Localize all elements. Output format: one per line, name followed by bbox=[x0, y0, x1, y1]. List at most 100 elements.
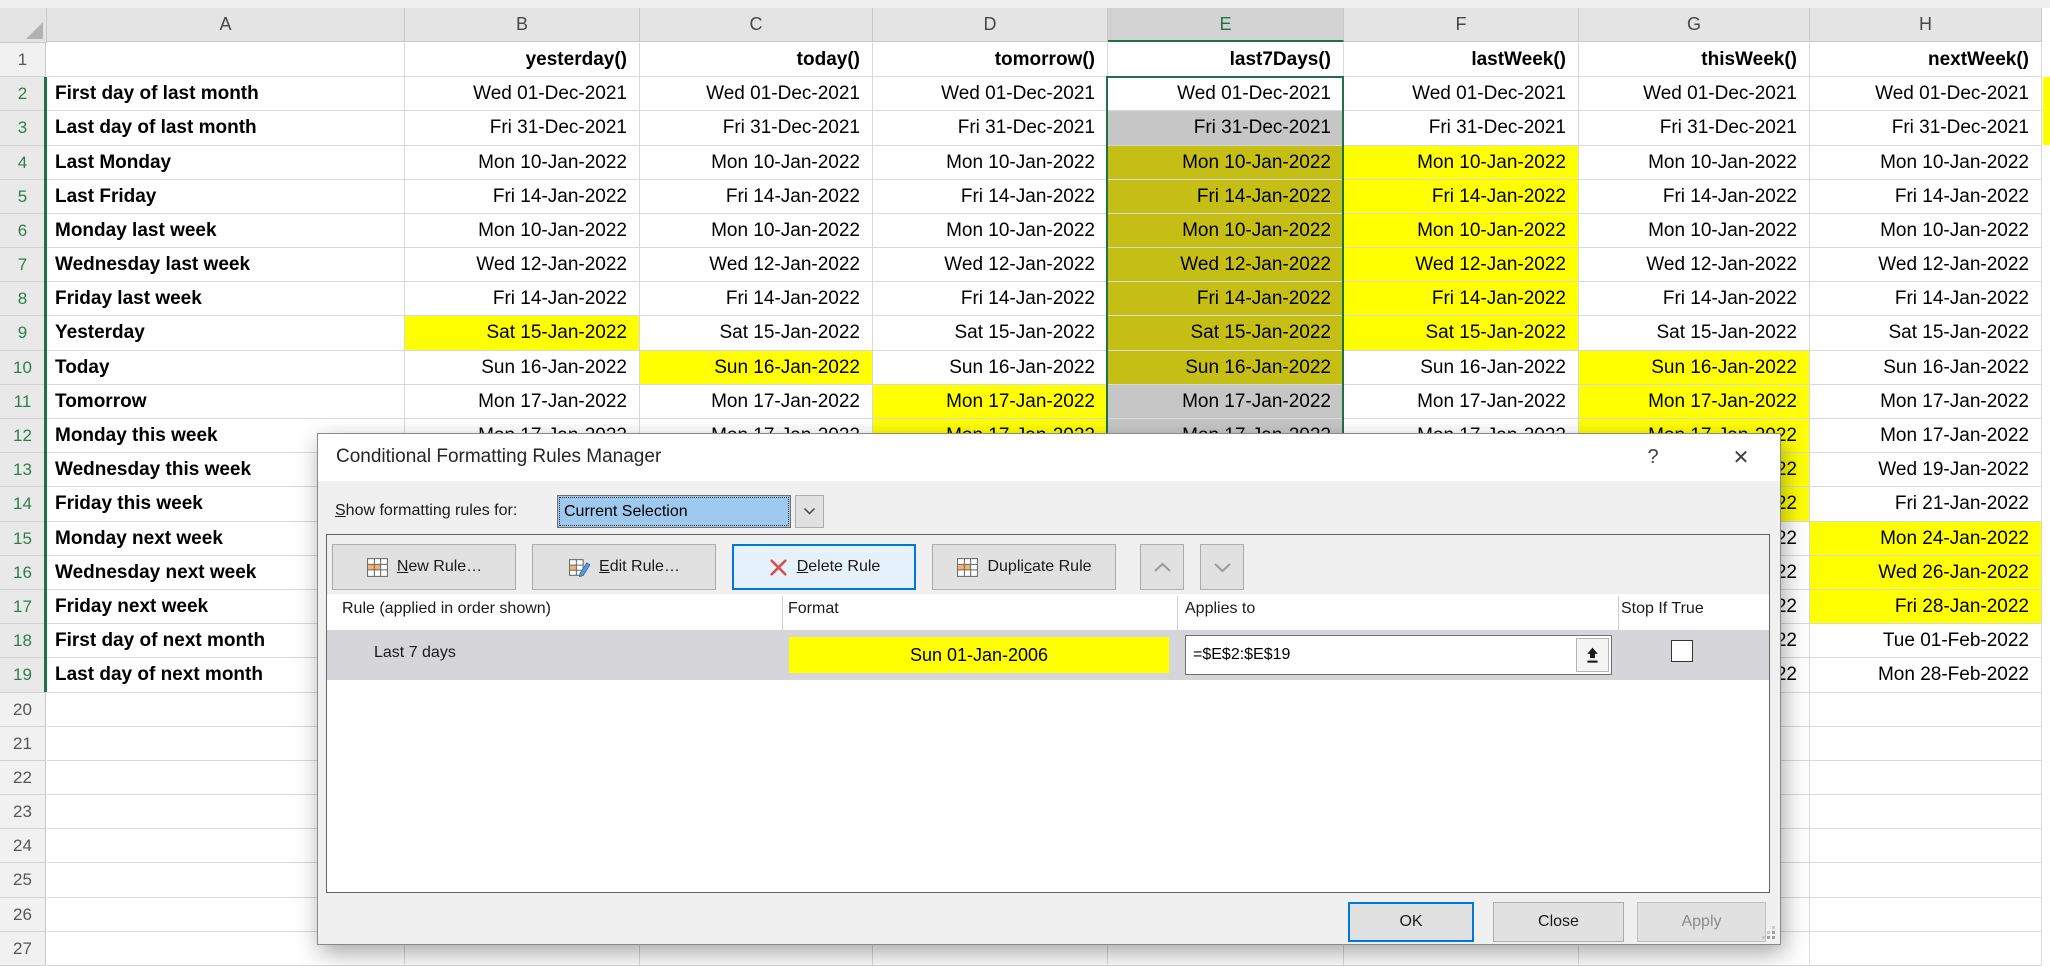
cell-H11[interactable]: Mon 17-Jan-2022 bbox=[1810, 385, 2042, 419]
cell-H15[interactable]: Mon 24-Jan-2022 bbox=[1810, 522, 2042, 556]
cell-D1[interactable]: tomorrow() bbox=[873, 43, 1108, 77]
cell-G5[interactable]: Fri 14-Jan-2022 bbox=[1579, 180, 1810, 214]
cell-F10[interactable]: Sun 16-Jan-2022 bbox=[1344, 351, 1579, 385]
resize-grip-icon[interactable] bbox=[1762, 926, 1776, 940]
cell-F2[interactable]: Wed 01-Dec-2021 bbox=[1344, 77, 1579, 111]
edit-rule-button[interactable]: Edit Rule… bbox=[532, 544, 716, 590]
cell-A6[interactable]: Monday last week bbox=[47, 214, 405, 248]
col-header-H[interactable]: H bbox=[1810, 8, 2042, 42]
collapse-dialog-button[interactable] bbox=[1576, 638, 1609, 672]
cell-A1[interactable] bbox=[47, 43, 405, 77]
cell-A11[interactable]: Tomorrow bbox=[47, 385, 405, 419]
cell-B1[interactable]: yesterday() bbox=[405, 43, 640, 77]
cell-H16[interactable]: Wed 26-Jan-2022 bbox=[1810, 556, 2042, 590]
duplicate-rule-button[interactable]: Duplicate Rule bbox=[932, 544, 1116, 590]
cell-D11[interactable]: Mon 17-Jan-2022 bbox=[873, 385, 1108, 419]
cell-E11[interactable]: Mon 17-Jan-2022 bbox=[1108, 385, 1344, 419]
row-header-27[interactable]: 27 bbox=[0, 932, 46, 966]
col-header-D[interactable]: D bbox=[873, 8, 1108, 42]
cell-D7[interactable]: Wed 12-Jan-2022 bbox=[873, 248, 1108, 282]
cell-D10[interactable]: Sun 16-Jan-2022 bbox=[873, 351, 1108, 385]
cell-D8[interactable]: Fri 14-Jan-2022 bbox=[873, 282, 1108, 316]
cell-D6[interactable]: Mon 10-Jan-2022 bbox=[873, 214, 1108, 248]
cell-B8[interactable]: Fri 14-Jan-2022 bbox=[405, 282, 640, 316]
cell-H17[interactable]: Fri 28-Jan-2022 bbox=[1810, 590, 2042, 624]
cell-A8[interactable]: Friday last week bbox=[47, 282, 405, 316]
cell-C1[interactable]: today() bbox=[640, 43, 873, 77]
cell-H20[interactable] bbox=[1810, 693, 2042, 727]
row-header-18[interactable]: 18 bbox=[0, 624, 46, 658]
cell-H19[interactable]: Mon 28-Feb-2022 bbox=[1810, 658, 2042, 693]
cell-B11[interactable]: Mon 17-Jan-2022 bbox=[405, 385, 640, 419]
help-icon[interactable]: ? bbox=[1630, 442, 1676, 472]
cell-H23[interactable] bbox=[1810, 795, 2042, 829]
apply-button[interactable]: Apply bbox=[1637, 902, 1766, 942]
cell-G10[interactable]: Sun 16-Jan-2022 bbox=[1579, 351, 1810, 385]
row-header-13[interactable]: 13 bbox=[0, 453, 46, 487]
cell-E5[interactable]: Fri 14-Jan-2022 bbox=[1108, 180, 1344, 214]
close-button[interactable]: Close bbox=[1493, 902, 1624, 942]
cell-B9[interactable]: Sat 15-Jan-2022 bbox=[405, 316, 640, 351]
row-header-14[interactable]: 14 bbox=[0, 487, 46, 522]
cell-H12[interactable]: Mon 17-Jan-2022 bbox=[1810, 419, 2042, 453]
row-header-19[interactable]: 19 bbox=[0, 658, 46, 693]
cell-C6[interactable]: Mon 10-Jan-2022 bbox=[640, 214, 873, 248]
move-rule-down-button[interactable] bbox=[1200, 544, 1244, 590]
cell-B3[interactable]: Fri 31-Dec-2021 bbox=[405, 111, 640, 146]
show-rules-for-combobox[interactable]: Current Selection bbox=[557, 495, 791, 528]
cell-H14[interactable]: Fri 21-Jan-2022 bbox=[1810, 487, 2042, 522]
col-header-F[interactable]: F bbox=[1344, 8, 1579, 42]
cell-H1[interactable]: nextWeek() bbox=[1810, 43, 2042, 77]
cell-H26[interactable] bbox=[1810, 898, 2042, 932]
cell-B2[interactable]: Wed 01-Dec-2021 bbox=[405, 77, 640, 111]
row-header-25[interactable]: 25 bbox=[0, 863, 46, 898]
cell-A3[interactable]: Last day of last month bbox=[47, 111, 405, 146]
cell-A4[interactable]: Last Monday bbox=[47, 146, 405, 180]
cell-G9[interactable]: Sat 15-Jan-2022 bbox=[1579, 316, 1810, 351]
cell-C4[interactable]: Mon 10-Jan-2022 bbox=[640, 146, 873, 180]
cell-H18[interactable]: Tue 01-Feb-2022 bbox=[1810, 624, 2042, 658]
cell-F4[interactable]: Mon 10-Jan-2022 bbox=[1344, 146, 1579, 180]
row-header-21[interactable]: 21 bbox=[0, 727, 46, 761]
close-icon[interactable]: ✕ bbox=[1718, 442, 1764, 472]
cell-H13[interactable]: Wed 19-Jan-2022 bbox=[1810, 453, 2042, 487]
cell-G4[interactable]: Mon 10-Jan-2022 bbox=[1579, 146, 1810, 180]
row-header-6[interactable]: 6 bbox=[0, 214, 46, 248]
cell-D3[interactable]: Fri 31-Dec-2021 bbox=[873, 111, 1108, 146]
cell-H9[interactable]: Sat 15-Jan-2022 bbox=[1810, 316, 2042, 351]
cell-C10[interactable]: Sun 16-Jan-2022 bbox=[640, 351, 873, 385]
cell-A7[interactable]: Wednesday last week bbox=[47, 248, 405, 282]
cell-H5[interactable]: Fri 14-Jan-2022 bbox=[1810, 180, 2042, 214]
cell-H3[interactable]: Fri 31-Dec-2021 bbox=[1810, 111, 2042, 146]
row-header-15[interactable]: 15 bbox=[0, 522, 46, 556]
cell-E7[interactable]: Wed 12-Jan-2022 bbox=[1108, 248, 1344, 282]
cell-A2[interactable]: First day of last month bbox=[47, 77, 405, 111]
cell-B7[interactable]: Wed 12-Jan-2022 bbox=[405, 248, 640, 282]
cell-G3[interactable]: Fri 31-Dec-2021 bbox=[1579, 111, 1810, 146]
col-header-E[interactable]: E bbox=[1108, 8, 1344, 42]
cell-H8[interactable]: Fri 14-Jan-2022 bbox=[1810, 282, 2042, 316]
cell-H25[interactable] bbox=[1810, 863, 2042, 898]
cell-A10[interactable]: Today bbox=[47, 351, 405, 385]
cell-C9[interactable]: Sat 15-Jan-2022 bbox=[640, 316, 873, 351]
row-header-5[interactable]: 5 bbox=[0, 180, 46, 214]
cell-F3[interactable]: Fri 31-Dec-2021 bbox=[1344, 111, 1579, 146]
cell-H24[interactable] bbox=[1810, 829, 2042, 863]
cell-E3[interactable]: Fri 31-Dec-2021 bbox=[1108, 111, 1344, 146]
cell-F6[interactable]: Mon 10-Jan-2022 bbox=[1344, 214, 1579, 248]
cell-D2[interactable]: Wed 01-Dec-2021 bbox=[873, 77, 1108, 111]
row-header-24[interactable]: 24 bbox=[0, 829, 46, 863]
cell-E1[interactable]: last7Days() bbox=[1108, 43, 1344, 77]
cell-G7[interactable]: Wed 12-Jan-2022 bbox=[1579, 248, 1810, 282]
cell-F9[interactable]: Sat 15-Jan-2022 bbox=[1344, 316, 1579, 351]
cell-C11[interactable]: Mon 17-Jan-2022 bbox=[640, 385, 873, 419]
cell-C2[interactable]: Wed 01-Dec-2021 bbox=[640, 77, 873, 111]
cell-B4[interactable]: Mon 10-Jan-2022 bbox=[405, 146, 640, 180]
cell-G6[interactable]: Mon 10-Jan-2022 bbox=[1579, 214, 1810, 248]
cell-E10[interactable]: Sun 16-Jan-2022 bbox=[1108, 351, 1344, 385]
cell-F8[interactable]: Fri 14-Jan-2022 bbox=[1344, 282, 1579, 316]
cell-F5[interactable]: Fri 14-Jan-2022 bbox=[1344, 180, 1579, 214]
row-header-17[interactable]: 17 bbox=[0, 590, 46, 624]
cell-C3[interactable]: Fri 31-Dec-2021 bbox=[640, 111, 873, 146]
cell-G2[interactable]: Wed 01-Dec-2021 bbox=[1579, 77, 1810, 111]
